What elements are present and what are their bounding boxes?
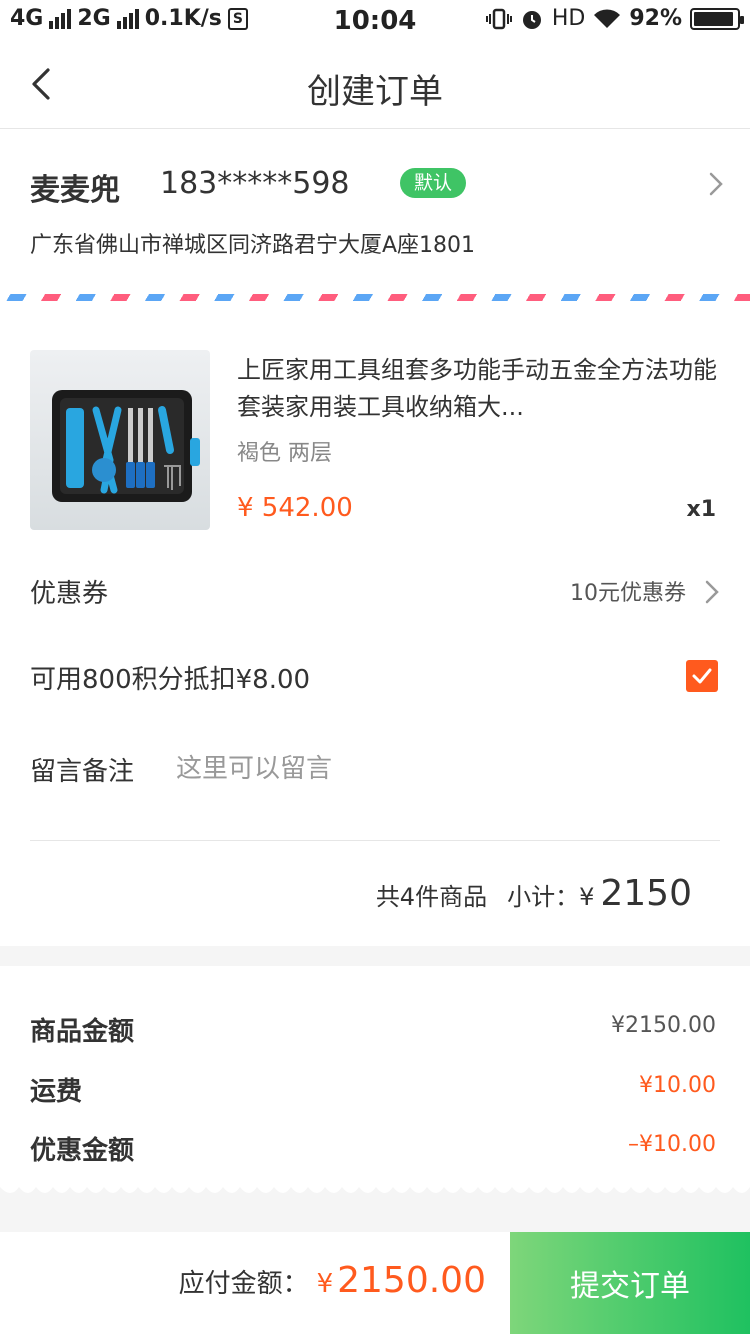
subtotal-label: 小计： [507,883,580,911]
summary-label: 商品金额 [30,1017,135,1047]
status-bar: 4G 2G 0.1K/s S 10:04 HD 92% [0,0,750,40]
price-summary: 商品金额 ¥2150.00 运费 ¥10.00 优惠金额 –¥10.00 [0,966,750,1179]
product-quantity: x1 [686,497,717,522]
hd-label: HD [551,6,586,31]
order-card: 上匠家用工具组套多功能手动五金全方法功能套装家用装工具收纳箱大... 褐色 两层… [0,319,750,946]
payable-amount: 应付金额： ¥ 2150.00 [179,1260,486,1301]
remark-row: 留言备注 [30,751,720,788]
summary-line-discount: 优惠金额 –¥10.00 [30,1130,718,1167]
coupon-value: 10元优惠券 [570,581,686,606]
summary-label: 运费 [30,1077,83,1107]
summary-line-shipping: 运费 ¥10.00 [30,1071,718,1108]
chevron-right-icon[interactable] [704,579,720,605]
payable-label: 应付金额： [178,1269,309,1299]
payable-value: 2150.00 [337,1260,486,1301]
address-card[interactable]: 麦麦兜 183*****598 默认 广东省佛山市禅城区同济路君宁大厦A座180… [0,129,750,319]
remark-input[interactable] [176,751,576,787]
subtotal-amount: 2150 [600,873,692,914]
payable-currency: ¥ [316,1269,334,1299]
submit-order-button[interactable]: 提交订单 [510,1232,750,1334]
item-count: 共4件商品 [375,883,488,911]
chevron-right-icon[interactable] [708,171,724,197]
points-checkbox[interactable] [686,660,718,692]
summary-label: 优惠金额 [30,1136,135,1166]
product-image[interactable] [30,350,210,530]
scalloped-edge [0,1179,750,1193]
check-icon [692,668,712,684]
toolbox-image [52,390,200,502]
subtotal: 共4件商品 小计： ¥ 2150 [376,873,692,914]
product-name[interactable]: 上匠家用工具组套多功能手动五金全方法功能套装家用装工具收纳箱大... [237,352,717,426]
bottom-bar: 应付金额： ¥ 2150.00 提交订单 [0,1232,750,1334]
wifi-icon [594,8,621,28]
product-price: ¥ 542.00 [237,493,353,523]
remark-label: 留言备注 [30,757,135,787]
product-spec: 褐色 两层 [237,441,332,466]
points-label: 可用800积分抵扣¥8.00 [30,665,311,695]
points-row: 可用800积分抵扣¥8.00 [30,659,720,696]
status-right: HD 92% [485,6,744,31]
recipient-name: 麦麦兜 [30,173,120,208]
battery-icon [690,7,744,30]
subtotal-currency: ¥ [579,883,595,911]
address-detail: 广东省佛山市禅城区同济路君宁大厦A座1801 [30,233,476,258]
coupon-label: 优惠券 [30,579,109,609]
battery-percent: 92% [629,6,682,31]
recipient-phone: 183*****598 [160,166,350,201]
coupon-row[interactable]: 优惠券 10元优惠券 [30,573,720,610]
summary-line-goods: 商品金额 ¥2150.00 [30,1011,718,1048]
airmail-stripe [0,294,750,301]
page-title: 创建订单 [307,72,443,112]
nav-bar: 创建订单 [0,40,750,129]
summary-value: ¥10.00 [639,1073,716,1098]
summary-value: –¥10.00 [628,1132,716,1157]
vibrate-icon [485,8,512,29]
summary-value: ¥2150.00 [611,1013,716,1038]
divider [30,840,720,841]
alarm-icon [522,10,541,29]
default-badge: 默认 [400,168,467,198]
